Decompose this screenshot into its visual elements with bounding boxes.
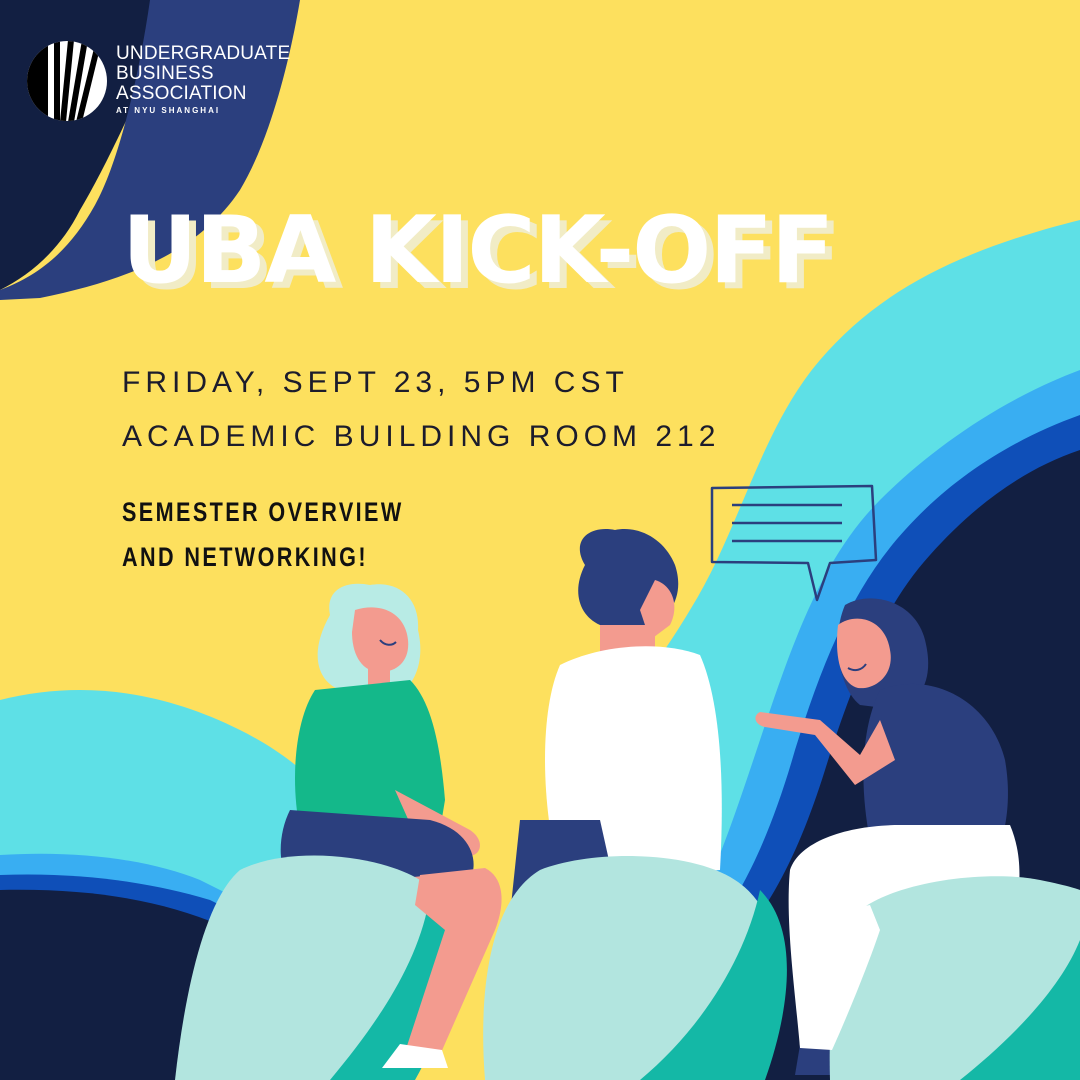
speech-bubble-icon <box>710 484 878 602</box>
seat-middle-icon <box>483 856 787 1080</box>
event-poster: UNDERGRADUATE BUSINESS ASSOCIATION AT NY… <box>0 0 1080 1080</box>
illustration-scene <box>175 484 1080 1080</box>
